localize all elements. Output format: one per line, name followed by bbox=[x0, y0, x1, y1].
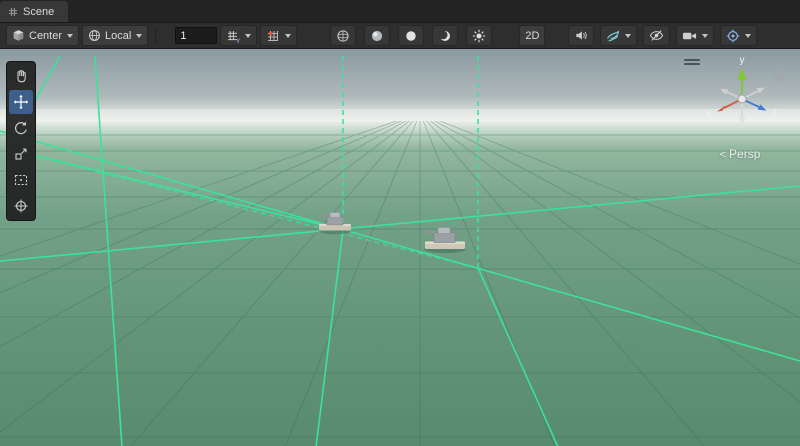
chevron-down-icon bbox=[245, 34, 251, 38]
fx-toggle[interactable] bbox=[466, 25, 492, 46]
snap-settings-dropdown[interactable] bbox=[260, 25, 297, 46]
chevron-down-icon bbox=[67, 34, 73, 38]
chevron-down-icon bbox=[702, 34, 708, 38]
gizmo-label-z: z bbox=[773, 107, 778, 118]
light-circle-icon bbox=[404, 29, 418, 43]
scene-visibility-toggle[interactable] bbox=[643, 25, 670, 46]
cube-icon bbox=[12, 29, 25, 42]
shaded-sphere-icon bbox=[370, 29, 384, 43]
chevron-down-icon bbox=[285, 34, 291, 38]
gizmos-target-icon bbox=[726, 29, 740, 43]
gizmo-axis-neg-z-cone bbox=[720, 89, 728, 95]
snap-group: y bbox=[175, 25, 297, 46]
tab-scene[interactable]: Scene bbox=[0, 1, 68, 22]
orientation-label: Local bbox=[105, 30, 131, 42]
draw-mode-toggles bbox=[330, 25, 492, 46]
transform-icon bbox=[13, 198, 29, 214]
chevron-down-icon bbox=[625, 34, 631, 38]
skybox-toggle[interactable] bbox=[432, 25, 458, 46]
overlay-drag-handle[interactable] bbox=[684, 57, 700, 67]
scene-lighting-toggle[interactable] bbox=[398, 25, 424, 46]
tools-palette bbox=[6, 61, 36, 221]
gizmo-label-y: y bbox=[740, 55, 745, 66]
gizmo-axis-y-cone bbox=[737, 68, 747, 80]
speaker-icon bbox=[574, 29, 588, 42]
tab-title: Scene bbox=[23, 6, 54, 18]
shading-shaded-toggle[interactable] bbox=[364, 25, 390, 46]
scale-icon bbox=[13, 146, 29, 162]
tool-hand[interactable] bbox=[9, 64, 33, 88]
effects-dropdown[interactable] bbox=[600, 25, 637, 46]
tool-move[interactable] bbox=[9, 90, 33, 114]
grid-icon: y bbox=[226, 29, 240, 43]
rect-tool-icon bbox=[13, 172, 29, 188]
snap-increment-input[interactable] bbox=[175, 27, 217, 44]
view-options-group bbox=[568, 25, 757, 46]
camera-icon bbox=[682, 30, 697, 42]
audio-toggle[interactable] bbox=[568, 25, 594, 46]
gizmos-dropdown[interactable] bbox=[720, 25, 757, 46]
chevron-down-icon bbox=[136, 34, 142, 38]
move-icon bbox=[13, 94, 29, 110]
hand-icon bbox=[13, 68, 29, 84]
gizmo-lock-icon[interactable] bbox=[773, 69, 784, 82]
orientation-dropdown[interactable]: Local bbox=[82, 25, 148, 46]
grid-visibility-dropdown[interactable]: y bbox=[220, 25, 257, 46]
mode-2d-toggle[interactable]: 2D bbox=[519, 25, 545, 46]
rotate-icon bbox=[13, 120, 29, 136]
tool-rect[interactable] bbox=[9, 168, 33, 192]
gizmo-axis-neg-y-cone bbox=[738, 116, 746, 125]
snap-grid-icon bbox=[266, 29, 280, 43]
gizmo-axis-z-cone bbox=[758, 104, 767, 110]
pivot-mode-label: Center bbox=[29, 30, 62, 42]
orientation-gizmo[interactable]: y x z bbox=[696, 51, 788, 148]
mode-2d-label: 2D bbox=[525, 30, 539, 42]
gizmo-axis-neg-x-cone bbox=[757, 87, 765, 93]
gizmo-axis-x-cone bbox=[717, 105, 726, 111]
sun-icon bbox=[472, 29, 486, 43]
chevron-left-icon: < bbox=[720, 149, 726, 161]
moon-icon bbox=[438, 29, 452, 43]
effects-swoosh-icon bbox=[606, 29, 620, 43]
scene-toolbar: Center Local y bbox=[0, 23, 800, 49]
sky-and-ground bbox=[0, 49, 800, 446]
tool-scale[interactable] bbox=[9, 142, 33, 166]
pivot-mode-dropdown[interactable]: Center bbox=[6, 25, 79, 46]
projection-label: Persp bbox=[729, 147, 760, 161]
eye-slash-icon bbox=[649, 29, 664, 42]
unity-scene-window: Scene Center Local y bbox=[0, 0, 800, 446]
wire-sphere-icon bbox=[336, 29, 350, 43]
chevron-down-icon bbox=[745, 34, 751, 38]
globe-icon bbox=[88, 29, 101, 42]
grid-tab-icon bbox=[8, 7, 18, 17]
svg-text:y: y bbox=[237, 37, 240, 43]
projection-toggle[interactable]: <Persp bbox=[694, 147, 786, 161]
scene-viewport[interactable]: y x z <Persp bbox=[0, 49, 800, 446]
shading-wireframe-toggle[interactable] bbox=[330, 25, 356, 46]
tool-rotate[interactable] bbox=[9, 116, 33, 140]
tool-transform[interactable] bbox=[9, 194, 33, 218]
gizmo-label-x: x bbox=[707, 108, 712, 119]
scene-canvas[interactable] bbox=[0, 49, 800, 446]
tab-bar: Scene bbox=[0, 0, 800, 23]
toolbar-separator bbox=[155, 28, 156, 44]
camera-dropdown[interactable] bbox=[676, 25, 714, 46]
